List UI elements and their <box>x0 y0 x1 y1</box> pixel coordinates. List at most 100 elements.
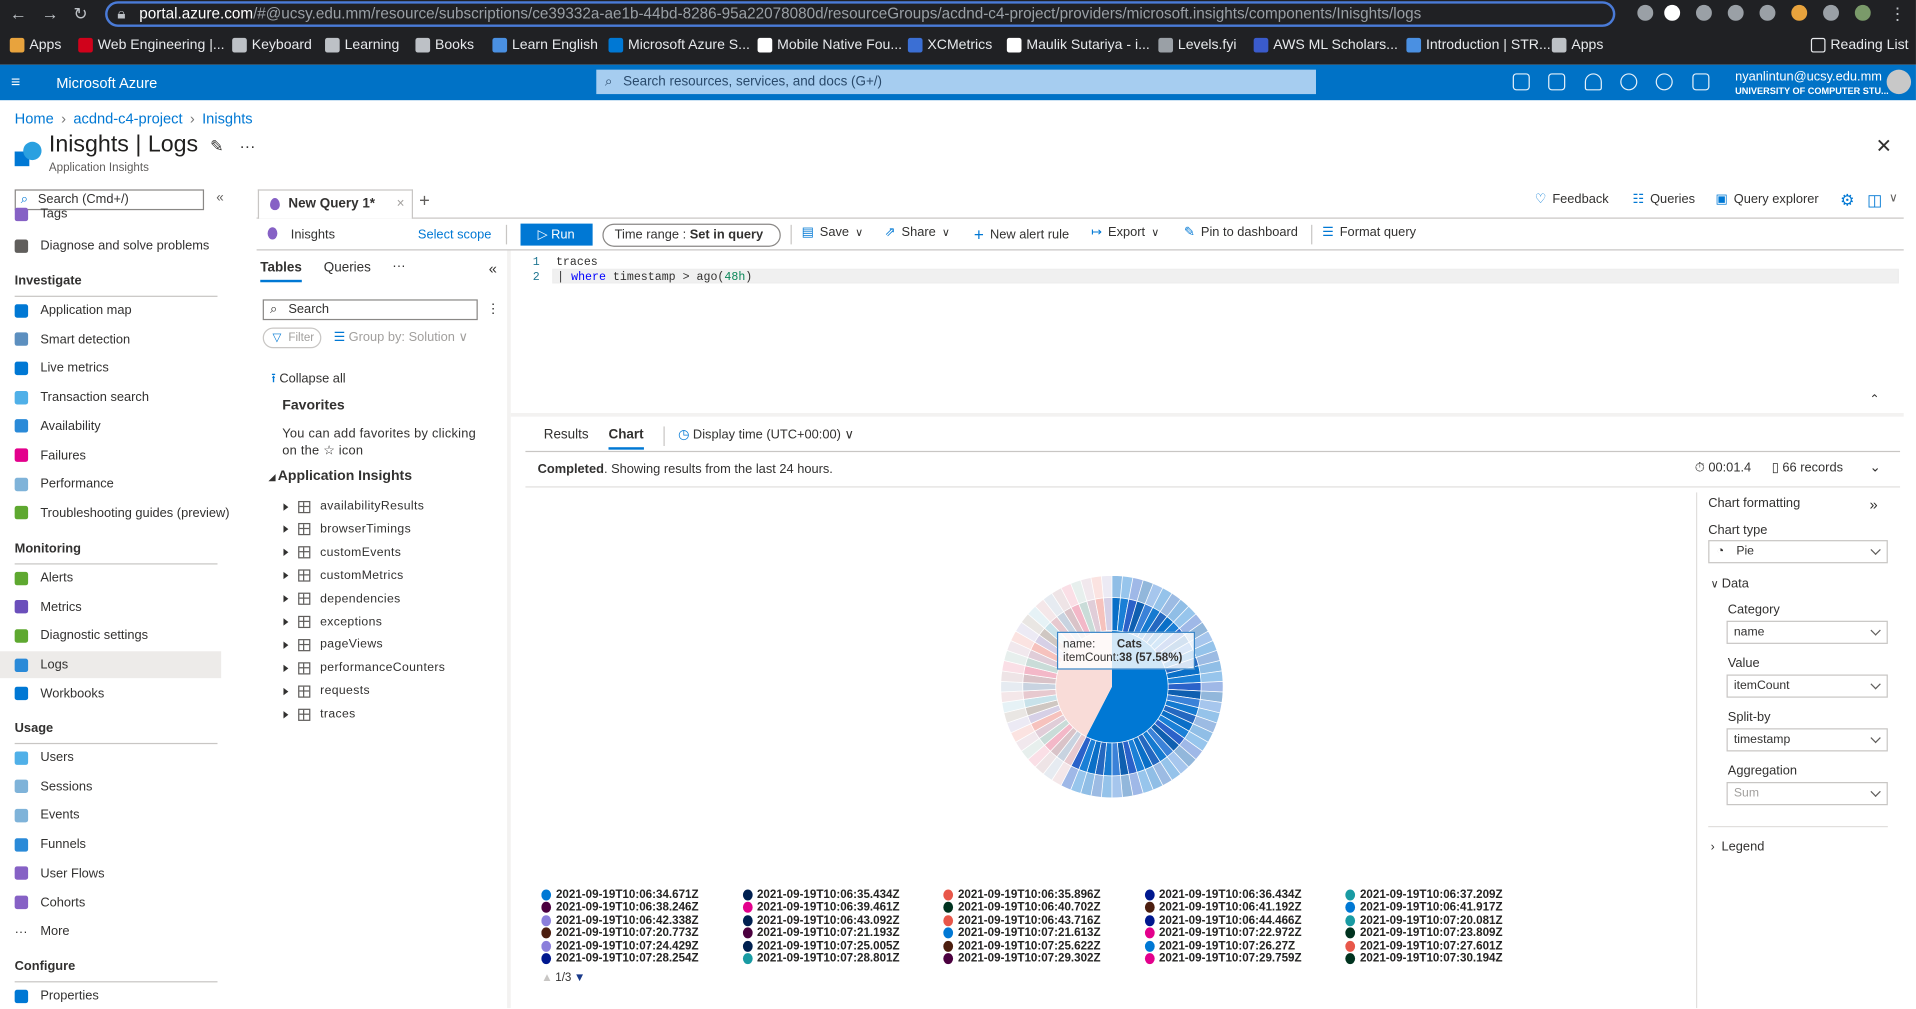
legend-item[interactable]: 2021-09-19T10:07:20.773Z <box>541 927 742 940</box>
legend-item[interactable]: 2021-09-19T10:07:26.27Z <box>1144 939 1345 953</box>
save-button[interactable]: ▤ Save ∨ <box>802 225 864 240</box>
legend-item[interactable]: 2021-09-19T10:06:34.671Z <box>541 888 742 901</box>
editor-splitter[interactable] <box>510 413 1904 417</box>
layout-icon[interactable]: ◫ <box>1867 191 1882 211</box>
sidebar-item-availability[interactable]: Availability <box>14 413 236 440</box>
collapse-sidebar-icon[interactable]: « <box>216 191 223 206</box>
tab-new-query-1[interactable]: New Query 1* × <box>257 189 414 219</box>
azure-brand[interactable]: Microsoft Azure <box>56 75 157 92</box>
breadcrumb-home[interactable]: Home <box>15 110 54 127</box>
legend-item[interactable]: 2021-09-19T10:06:38.246Z <box>541 901 742 914</box>
sidebar-item-properties[interactable]: Properties <box>14 982 236 1009</box>
extension-icon[interactable] <box>1791 4 1808 21</box>
forward-icon[interactable]: → <box>42 4 59 24</box>
select-scope-link[interactable]: Select scope <box>418 227 491 242</box>
more-options-icon[interactable]: ··· <box>239 137 255 155</box>
feedback-icon[interactable] <box>1692 73 1710 91</box>
chart-type-dropdown[interactable]: ◔ Pie <box>1708 540 1888 564</box>
expand-triangle-icon[interactable] <box>283 664 289 672</box>
sidebar-item-metrics[interactable]: Metrics <box>14 593 236 620</box>
bookmark[interactable]: Books <box>415 34 474 56</box>
bookmark[interactable]: Microsoft Azure S... <box>608 34 750 56</box>
extension-icon[interactable] <box>1664 4 1681 21</box>
sidebar-item[interactable]: Diagnose and solve problems <box>14 232 236 259</box>
legend-item[interactable]: 2021-09-19T10:07:22.972Z <box>1144 927 1345 940</box>
legend-item[interactable]: 2021-09-19T10:07:24.429Z <box>541 939 742 953</box>
cloud-shell-icon[interactable] <box>1512 73 1530 91</box>
sidebar-item-live-metrics[interactable]: Live metrics <box>14 355 236 382</box>
collapse-all-button[interactable]: ⭱ Collapse all <box>271 369 345 391</box>
extension-icon[interactable] <box>1695 4 1712 21</box>
legend-item[interactable]: 2021-09-19T10:07:29.759Z <box>1144 952 1345 965</box>
user-email[interactable]: nyanlintun@ucsy.edu.mm <box>1735 70 1882 85</box>
table-item[interactable]: pageViews <box>283 633 383 656</box>
bookmark[interactable]: Apps <box>1551 34 1603 56</box>
legend-item[interactable]: 2021-09-19T10:06:41.917Z <box>1345 901 1546 914</box>
legend-item[interactable]: 2021-09-19T10:06:44.466Z <box>1144 914 1345 927</box>
expand-triangle-icon[interactable] <box>283 548 289 557</box>
bookmark[interactable]: XCMetrics <box>907 34 992 56</box>
sidebar-item-sessions[interactable]: Sessions <box>14 773 236 800</box>
bookmark[interactable]: Introduction | STR... <box>1406 34 1551 56</box>
legend-item[interactable]: 2021-09-19T10:06:40.702Z <box>943 901 1144 914</box>
sidebar-item-application-map[interactable]: Application map <box>14 297 236 324</box>
legend-item[interactable]: 2021-09-19T10:06:43.092Z <box>742 914 943 927</box>
export-button[interactable]: ↦ Export ∨ <box>1091 225 1159 240</box>
display-time-dropdown[interactable]: ◷ Display time (UTC+00:00) ∨ <box>678 428 854 443</box>
table-item[interactable]: customEvents <box>283 541 401 564</box>
breadcrumb-resource[interactable]: Inisghts <box>202 110 253 127</box>
breadcrumb-resource-group[interactable]: acdnd-c4-project <box>73 110 182 127</box>
expand-icon[interactable]: ⌄ <box>1870 459 1881 476</box>
group-application-insights[interactable]: ◢ Application Insights <box>269 469 412 484</box>
legend-item[interactable]: 2021-09-19T10:07:30.194Z <box>1345 952 1546 965</box>
sidebar-item-alerts[interactable]: Alerts <box>14 565 236 592</box>
sidebar-item-failures[interactable]: Failures <box>14 442 236 469</box>
table-item[interactable]: dependencies <box>283 587 400 610</box>
close-tab-icon[interactable]: × <box>397 191 405 218</box>
sidebar-item-transaction-search[interactable]: Transaction search <box>14 384 236 411</box>
split-by-dropdown[interactable]: timestamp <box>1726 728 1888 752</box>
extension-icon[interactable] <box>1759 4 1776 21</box>
address-bar[interactable]: 🔒︎ portal.azure.com/#@ucsy.edu.mm/resourc… <box>105 1 1616 27</box>
data-section-toggle[interactable]: ∨ Data <box>1711 577 1749 592</box>
sidebar-item-user-flows[interactable]: User Flows <box>14 860 236 887</box>
sidebar-item-smart-detection[interactable]: Smart detection <box>14 326 236 353</box>
puzzle-icon[interactable] <box>1823 4 1839 21</box>
queries-button[interactable]: ☷ Queries <box>1632 192 1695 207</box>
sidebar-item-performance[interactable]: Performance <box>14 471 236 498</box>
sidebar-item[interactable]: Tags <box>14 205 236 222</box>
table-item[interactable]: availabilityResults <box>283 495 424 518</box>
bookmark[interactable]: Apps <box>9 34 61 56</box>
value-dropdown[interactable]: itemCount <box>1726 674 1888 698</box>
legend-item[interactable]: 2021-09-19T10:07:28.801Z <box>742 952 943 965</box>
expand-triangle-icon[interactable] <box>283 572 289 580</box>
help-icon[interactable] <box>1655 73 1673 91</box>
format-query-button[interactable]: ☰ Format query <box>1322 225 1416 240</box>
legend-prev-icon[interactable]: ▲ <box>541 971 552 984</box>
run-button[interactable]: ▷ Run <box>520 223 593 246</box>
filter-button[interactable]: ▽ Filter <box>262 327 322 349</box>
legend-item[interactable]: 2021-09-19T10:06:35.896Z <box>943 888 1144 901</box>
close-icon[interactable]: ✕ <box>1876 134 1892 158</box>
settings-gear-icon[interactable] <box>1620 73 1638 91</box>
editor-line[interactable]: traces <box>556 255 598 268</box>
time-range-picker[interactable]: Time range : Set in query <box>602 223 781 247</box>
legend-item[interactable]: 2021-09-19T10:07:21.613Z <box>943 927 1144 940</box>
group-by-dropdown[interactable]: ☰ Group by: Solution ∨ <box>334 330 468 345</box>
sidebar-item-diagnostic-settings[interactable]: Diagnostic settings <box>14 622 236 649</box>
expand-triangle-icon[interactable] <box>283 618 289 626</box>
chevron-down-icon[interactable]: ∨ <box>1889 192 1898 205</box>
expand-triangle-icon[interactable] <box>283 595 289 603</box>
table-item[interactable]: browserTimings <box>283 518 411 541</box>
user-avatar[interactable] <box>1886 69 1912 95</box>
legend-item[interactable]: 2021-09-19T10:06:43.716Z <box>943 914 1144 927</box>
add-tab-button[interactable]: + <box>419 191 430 212</box>
extension-icon[interactable] <box>1727 4 1744 21</box>
kebab-menu-icon[interactable]: ⋮ <box>486 301 499 317</box>
legend-next-icon[interactable]: ▼ <box>574 971 585 984</box>
expand-triangle-icon[interactable] <box>283 525 289 534</box>
hamburger-menu-icon[interactable]: ≡ <box>11 72 20 90</box>
sidebar-item-users[interactable]: Users <box>14 744 236 771</box>
bookmark[interactable]: Web Engineering |... <box>78 34 225 56</box>
sidebar-item-troubleshooting-guides-preview-[interactable]: Troubleshooting guides (preview) <box>14 500 236 527</box>
